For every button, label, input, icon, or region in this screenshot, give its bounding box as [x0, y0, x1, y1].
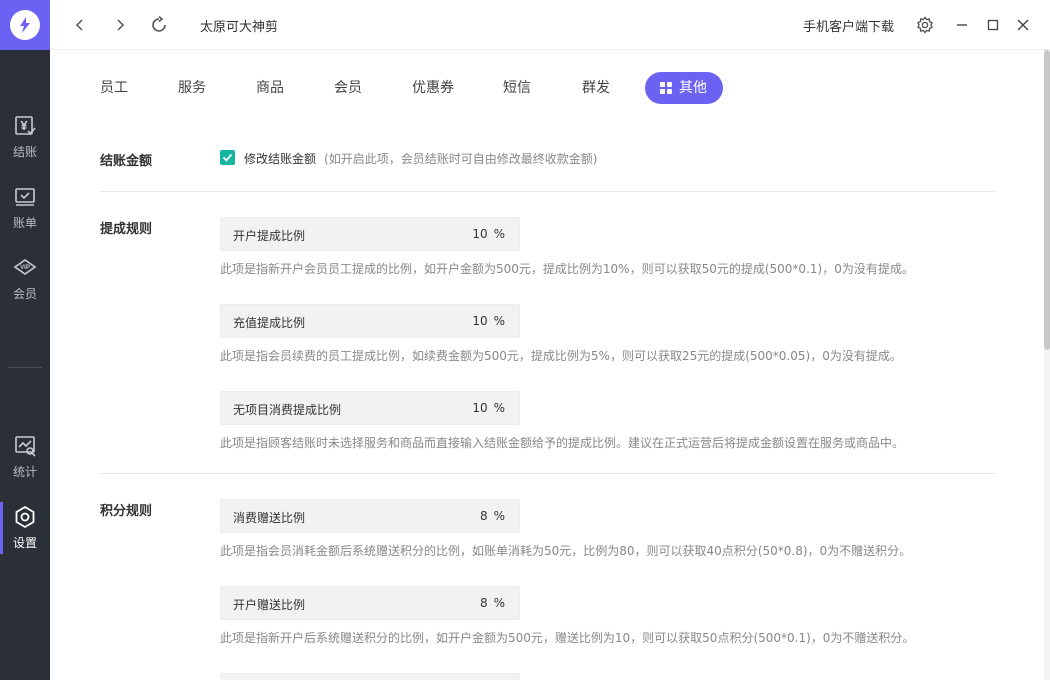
refresh-button[interactable]: [147, 13, 171, 37]
field-value[interactable]: 10%: [472, 314, 505, 328]
checkbox-label-text: 修改结账金额: [244, 152, 317, 166]
points-open-account-field[interactable]: 开户赠送比例 8%: [220, 586, 520, 620]
sidebar-divider: [8, 367, 42, 368]
modify-checkout-checkbox[interactable]: [220, 150, 235, 165]
minimize-button[interactable]: [950, 13, 974, 37]
sidebar-item-settings[interactable]: 设置: [0, 498, 50, 558]
sidebar-item-label: 账单: [12, 216, 37, 230]
divider: [100, 473, 995, 474]
bill-monitor-icon: [15, 188, 35, 206]
field-description: 此项是指会员消耗金额后系统赠送积分的比例，如账单消耗为50元，比例为80，则可以…: [220, 544, 912, 558]
gear-icon: [917, 16, 933, 34]
field-description: 此项是指会员续费的员工提成比例，如续费金额为500元，提成比例为5%，则可以获取…: [220, 349, 902, 363]
field-value[interactable]: 8%: [480, 509, 505, 523]
maximize-icon: [987, 19, 999, 31]
close-icon: [1017, 19, 1029, 31]
tab-broadcast[interactable]: 群发: [582, 72, 610, 104]
value-unit: %: [493, 596, 505, 610]
field-description: 此项是指新开户后系统赠送积分的比例，如开户金额为500元，赠送比例为10，则可以…: [220, 631, 915, 645]
field-label: 无项目消费提成比例: [233, 403, 342, 417]
chevron-right-icon: [117, 19, 125, 31]
statistics-icon: [15, 436, 36, 457]
tab-staff[interactable]: 员工: [100, 72, 128, 104]
grid-icon: [660, 82, 672, 94]
sidebar-item-label: 统计: [12, 465, 37, 479]
commission-open-account-field[interactable]: 开户提成比例 10%: [220, 217, 520, 251]
logo-icon: [10, 10, 40, 40]
minimize-icon: [957, 24, 967, 26]
svg-text:VIP: VIP: [20, 265, 30, 271]
chevron-left-icon: [75, 19, 83, 31]
checkbox-label: 修改结账金额 (如开启此项，会员结账时可自由修改最终收款金额): [244, 150, 597, 167]
section-label-points: 积分规则: [100, 504, 153, 519]
tab-service[interactable]: 服务: [178, 72, 206, 104]
checkmark-icon: [222, 153, 233, 162]
sidebar-item-bill[interactable]: 账单: [0, 178, 50, 238]
field-value[interactable]: 10%: [472, 227, 505, 241]
field-description: 此项是指顾客结账时未选择服务和商品而直接输入结账金额给予的提成比例。建议在正式运…: [220, 436, 905, 450]
vip-diamond-icon: VIP: [13, 259, 37, 275]
field-label: 充值提成比例: [233, 316, 306, 330]
sidebar-item-member[interactable]: VIP 会员: [0, 249, 50, 309]
sidebar-item-label: 设置: [12, 536, 37, 550]
sidebar-item-label: 会员: [12, 287, 37, 301]
field-label: 消费赠送比例: [233, 511, 306, 525]
value-number: 10: [472, 314, 488, 328]
tab-other[interactable]: 其他: [645, 72, 723, 104]
scrollbar[interactable]: [1044, 50, 1050, 680]
checkout-yen-icon: [15, 116, 36, 135]
tab-product[interactable]: 商品: [256, 72, 284, 104]
maximize-button[interactable]: [981, 13, 1005, 37]
field-label: 开户赠送比例: [233, 598, 306, 612]
forward-button[interactable]: [108, 13, 132, 37]
checkbox-hint: (如开启此项，会员结账时可自由修改最终收款金额): [324, 152, 598, 166]
value-unit: %: [493, 509, 505, 523]
section-label-commission: 提成规则: [100, 222, 153, 237]
sidebar-item-statistics[interactable]: 统计: [0, 427, 50, 487]
value-number: 8: [479, 596, 488, 610]
value-number: 10: [472, 401, 488, 415]
commission-recharge-field[interactable]: 充值提成比例 10%: [220, 304, 520, 338]
section-label-checkout: 结账金额: [100, 154, 153, 169]
value-number: 10: [472, 227, 488, 241]
field-value[interactable]: 10%: [472, 401, 505, 415]
sidebar-item-checkout[interactable]: 结账: [0, 107, 50, 167]
title-bar: 太原可大神剪 手机客户端下载: [50, 0, 1050, 50]
settings-gear-icon: [15, 505, 35, 529]
value-unit: %: [493, 314, 505, 328]
tab-member[interactable]: 会员: [334, 72, 362, 104]
settings-tabs: 员工 服务 商品 会员 优惠券 短信 群发 其他: [50, 50, 1045, 126]
refresh-icon: [152, 16, 166, 32]
settings-button[interactable]: [913, 13, 937, 37]
points-next-field[interactable]: [220, 673, 520, 680]
app-logo[interactable]: [0, 0, 50, 50]
commission-no-item-field[interactable]: 无项目消费提成比例 10%: [220, 391, 520, 425]
window-title: 太原可大神剪: [200, 20, 279, 35]
field-description: 此项是指新开户会员员工提成的比例，如开户金额为500元，提成比例为10%，则可以…: [220, 262, 914, 276]
close-button[interactable]: [1011, 13, 1035, 37]
tab-sms[interactable]: 短信: [503, 72, 531, 104]
value-unit: %: [493, 401, 505, 415]
field-value[interactable]: 8%: [480, 596, 505, 610]
divider: [100, 191, 995, 192]
sidebar: 结账 账单 VIP 会员 统计 设置: [0, 0, 50, 680]
back-button[interactable]: [68, 13, 92, 37]
sidebar-item-label: 结账: [12, 145, 37, 159]
settings-content: 结账金额 修改结账金额 (如开启此项，会员结账时可自由修改最终收款金额) 提成规则…: [50, 126, 1045, 680]
scrollbar-thumb[interactable]: [1044, 50, 1050, 350]
field-label: 开户提成比例: [233, 229, 306, 243]
value-unit: %: [493, 227, 505, 241]
points-consume-field[interactable]: 消费赠送比例 8%: [220, 499, 520, 533]
tab-other-label: 其他: [679, 80, 707, 96]
tab-coupon[interactable]: 优惠券: [412, 72, 454, 104]
mobile-download-link[interactable]: 手机客户端下载: [803, 16, 894, 35]
value-number: 8: [479, 509, 488, 523]
